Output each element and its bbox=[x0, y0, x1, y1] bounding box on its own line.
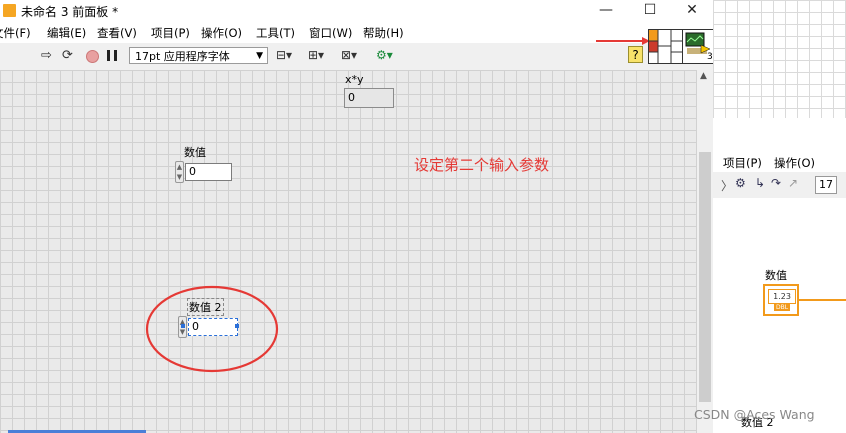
bd-font-select[interactable]: 17 bbox=[815, 176, 837, 194]
step-into-icon[interactable]: ↳ bbox=[755, 176, 765, 190]
highlight-execution-icon[interactable]: ⚙ bbox=[735, 176, 746, 190]
scrollbar-thumb[interactable] bbox=[699, 152, 711, 402]
run-arrow-icon[interactable]: ⇨ bbox=[41, 47, 52, 65]
connector-number: 3 bbox=[707, 52, 713, 62]
menu-edit[interactable]: 编辑(E) bbox=[47, 25, 86, 41]
wire[interactable] bbox=[799, 299, 846, 301]
minimize-button[interactable]: — bbox=[584, 0, 628, 20]
font-select-value: 17pt 应用程序字体 bbox=[135, 50, 230, 63]
menu-help[interactable]: 帮助(H) bbox=[363, 25, 404, 41]
context-help-button[interactable]: ? bbox=[628, 46, 643, 63]
bd-toolbar-icon[interactable]: 〉 bbox=[721, 177, 733, 194]
run-continuously-icon[interactable]: ⟳ bbox=[62, 47, 73, 65]
abort-icon[interactable] bbox=[86, 50, 99, 63]
indicator-xy: 0 bbox=[344, 88, 394, 108]
reorder-icon[interactable]: ⚙▾ bbox=[376, 46, 393, 64]
connector-pane[interactable] bbox=[648, 29, 683, 64]
menu-view[interactable]: 查看(V) bbox=[97, 25, 137, 41]
resize-objects-icon[interactable]: ⊠▾ bbox=[341, 46, 357, 64]
window-title: 未命名 3 前面板 * bbox=[21, 5, 119, 19]
indicator-label: x*y bbox=[345, 73, 364, 86]
block-diagram-toolbar: 〉 ⚙ ↳ ↷ ↗ 17 bbox=[713, 172, 846, 198]
menu-window[interactable]: 窗口(W) bbox=[309, 25, 352, 41]
step-out-icon[interactable]: ↗ bbox=[788, 176, 798, 190]
front-panel-canvas[interactable] bbox=[0, 70, 697, 433]
menu-tools[interactable]: 工具(T) bbox=[256, 25, 295, 41]
terminal-value: 1.23 bbox=[768, 289, 796, 304]
distribute-objects-icon[interactable]: ⊞▾ bbox=[308, 46, 324, 64]
annotation-text: 设定第二个输入参数 bbox=[414, 156, 550, 174]
terminal-type-badge: DBL bbox=[774, 304, 791, 311]
watermark: CSDN @Aces Wang bbox=[694, 407, 815, 422]
close-button[interactable]: ✕ bbox=[670, 0, 714, 20]
font-select[interactable]: 17pt 应用程序字体 ▼ bbox=[129, 47, 268, 64]
title-bar: 未命名 3 前面板 * — ☐ ✕ bbox=[0, 0, 713, 22]
numeric-label: 数值 bbox=[184, 146, 206, 159]
step-over-icon[interactable]: ↷ bbox=[771, 176, 781, 190]
increment-decrement-icon[interactable]: ▲ ▼ bbox=[175, 161, 184, 183]
menu-file[interactable]: 文件(F) bbox=[0, 25, 31, 41]
chevron-down-icon: ▼ bbox=[256, 51, 263, 61]
bd-terminal-label: 数值 bbox=[765, 269, 787, 282]
menu-project[interactable]: 项目(P) bbox=[151, 25, 190, 41]
maximize-button[interactable]: ☐ bbox=[628, 0, 672, 20]
align-objects-icon[interactable]: ⊟▾ bbox=[276, 46, 292, 64]
vi-icon[interactable]: 3 bbox=[682, 29, 715, 64]
numeric-control-1[interactable]: 0 bbox=[185, 163, 232, 181]
menu-operate[interactable]: 操作(O) bbox=[201, 25, 242, 41]
red-circle-highlight bbox=[145, 285, 279, 373]
scroll-up-icon[interactable]: ▲ bbox=[700, 71, 707, 81]
pause-icon[interactable] bbox=[107, 50, 117, 61]
red-arrow bbox=[596, 37, 650, 45]
block-diagram-menu-bar: 项目(P) 操作(O) bbox=[713, 152, 846, 172]
bd-menu-operate[interactable]: 操作(O) bbox=[774, 155, 815, 171]
connector-pane-grid bbox=[649, 30, 682, 63]
labview-app-icon bbox=[3, 4, 16, 17]
background-window-grid bbox=[713, 0, 846, 118]
numeric-terminal[interactable]: 1.23 DBL bbox=[763, 284, 799, 316]
bd-menu-project[interactable]: 项目(P) bbox=[723, 155, 762, 171]
